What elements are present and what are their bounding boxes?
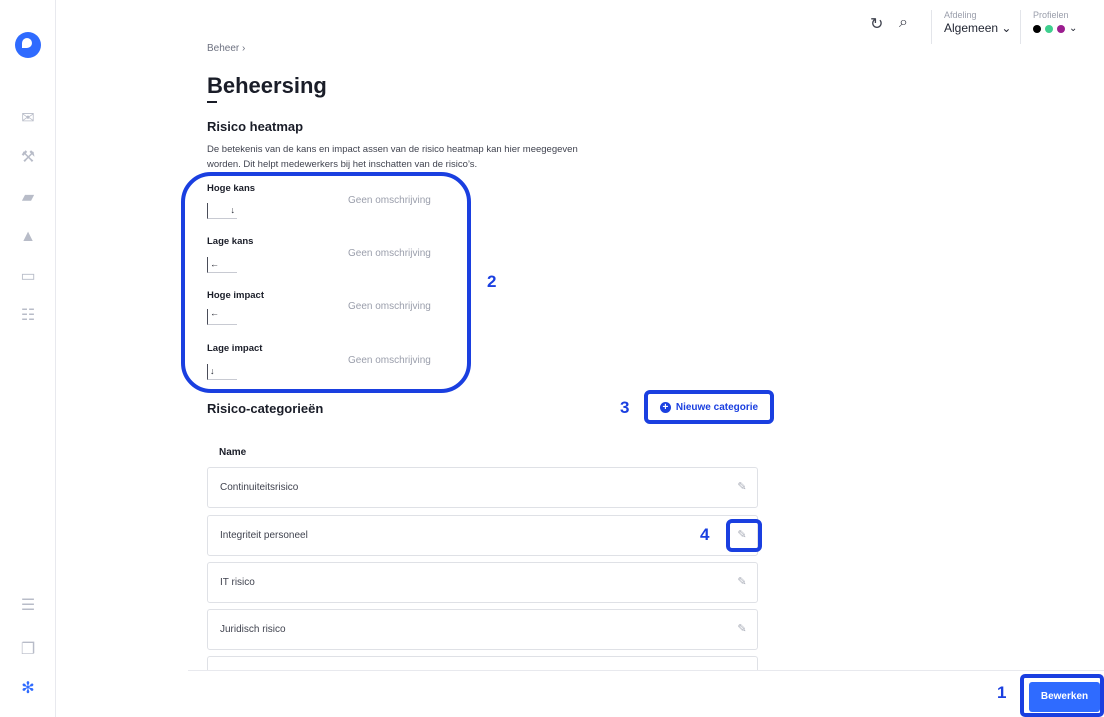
profiles-label: Profielen xyxy=(1033,10,1069,20)
profile-dot xyxy=(1045,24,1053,33)
gavel-icon[interactable]: ⚒ xyxy=(18,148,38,168)
annotation-number-3: 3 xyxy=(620,398,630,417)
breadcrumb[interactable]: Beheer › xyxy=(207,43,245,54)
annotation-number-1: 1 xyxy=(997,683,1007,702)
document-icon[interactable]: ☰ xyxy=(18,596,38,616)
annotation-number-2: 2 xyxy=(487,272,497,291)
category-name: IT risico xyxy=(220,577,255,588)
search-icon[interactable]: ⌕ xyxy=(899,14,908,32)
new-category-button[interactable]: + Nieuwe categorie xyxy=(644,390,774,424)
folder-icon[interactable]: ▰ xyxy=(18,188,38,208)
profile-dot xyxy=(1057,24,1065,33)
title-underline xyxy=(207,101,217,103)
footer-bar xyxy=(188,670,1104,717)
sidebar: ✉ ⚒ ▰ ▲ ▭ ☷ ☰ ❐ ✻ xyxy=(0,0,56,717)
category-name: Juridisch risico xyxy=(220,624,286,635)
department-selector[interactable]: Afdeling Algemeen ⌄ xyxy=(931,10,1011,44)
categories-title: Risico-categorieën xyxy=(207,401,324,416)
settings-icon[interactable]: ✻ xyxy=(18,679,38,699)
category-name: Integriteit personeel xyxy=(220,530,308,541)
page-title: Beheersing xyxy=(207,73,327,98)
pencil-icon[interactable]: ✎ xyxy=(735,622,749,636)
pencil-icon[interactable]: ✎ xyxy=(735,575,749,589)
category-name: Continuiteitsrisico xyxy=(220,482,299,493)
plus-icon: + xyxy=(659,401,671,413)
annotation-number-4: 4 xyxy=(700,525,710,544)
department-value[interactable]: Algemeen ⌄ xyxy=(944,21,1011,35)
heatmap-description: De betekenis van de kans en impact assen… xyxy=(207,144,578,170)
department-label: Afdeling xyxy=(944,10,977,20)
refresh-icon[interactable]: ↻ xyxy=(870,14,883,34)
table-row[interactable]: Continuiteitsrisico ✎ xyxy=(207,467,758,508)
logo[interactable] xyxy=(15,32,41,58)
annotation-box-2 xyxy=(181,172,471,393)
calendar-icon[interactable]: ▭ xyxy=(18,267,38,287)
profiles-selector[interactable]: Profielen ⌄ xyxy=(1020,10,1077,44)
annotation-box-4 xyxy=(726,519,762,552)
chevron-down-icon[interactable]: ⌄ xyxy=(1069,23,1077,34)
new-category-label: Nieuwe categorie xyxy=(675,401,759,413)
table-row[interactable]: IT risico ✎ xyxy=(207,562,758,603)
pencil-icon[interactable]: ✎ xyxy=(735,480,749,494)
mail-icon[interactable]: ✉ xyxy=(18,109,38,129)
column-header-name: Name xyxy=(219,447,247,458)
copy-icon[interactable]: ❐ xyxy=(18,640,38,660)
annotation-box-1 xyxy=(1020,674,1104,717)
warning-icon[interactable]: ▲ xyxy=(18,227,38,247)
table-row[interactable]: Juridisch risico ✎ xyxy=(207,609,758,650)
profile-dot xyxy=(1033,24,1041,33)
heatmap-title: Risico heatmap xyxy=(207,119,304,134)
checklist-icon[interactable]: ☷ xyxy=(18,306,38,326)
table-row[interactable]: Integriteit personeel ✎ xyxy=(207,515,758,556)
